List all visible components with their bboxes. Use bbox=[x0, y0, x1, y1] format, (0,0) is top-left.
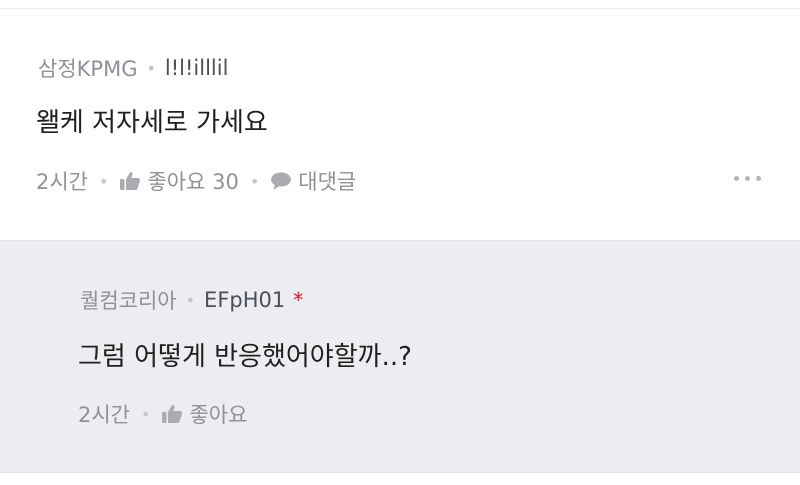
more-horizontal-icon bbox=[745, 176, 750, 181]
speech-bubble-icon bbox=[270, 171, 292, 191]
reply-meta: 2시간 • 좋아요 bbox=[78, 399, 247, 429]
separator-dot: • bbox=[185, 290, 196, 310]
company-name[interactable]: 삼정KPMG bbox=[38, 53, 137, 83]
nickname[interactable]: EFpH01 bbox=[204, 288, 285, 312]
like-label: 좋아요 30 bbox=[147, 170, 239, 194]
separator-dot: • bbox=[249, 171, 260, 191]
separator-dot: • bbox=[141, 404, 151, 424]
reply-label: 대댓글 bbox=[298, 170, 357, 194]
separator-dot: • bbox=[99, 171, 109, 191]
more-horizontal-icon bbox=[734, 176, 739, 181]
like-button[interactable]: 좋아요 30 bbox=[119, 166, 239, 196]
reply-comment: 퀄컴코리아 • EFpH01 * 그럼 어떻게 반응했어야할까..? 2시간 •… bbox=[0, 240, 800, 472]
reply-button[interactable]: 대댓글 bbox=[270, 166, 356, 196]
bottom-divider bbox=[0, 472, 800, 473]
comment-header: 삼정KPMG • l!l!illlil bbox=[38, 53, 228, 83]
thumbs-up-icon bbox=[161, 404, 183, 424]
comment-body: 왤케 저자세로 가세요 bbox=[36, 108, 268, 138]
company-name[interactable]: 퀄컴코리아 bbox=[80, 285, 177, 315]
nickname[interactable]: l!l!illlil bbox=[165, 56, 229, 80]
comment: 삼정KPMG • l!l!illlil 왤케 저자세로 가세요 2시간 • 좋아… bbox=[0, 9, 800, 240]
separator-dot: • bbox=[146, 58, 156, 78]
reply-body: 그럼 어떻게 반응했어야할까..? bbox=[78, 342, 412, 372]
more-horizontal-icon bbox=[756, 176, 761, 181]
timestamp: 2시간 bbox=[78, 403, 131, 427]
comment-meta: 2시간 • 좋아요 30 • 대댓글 bbox=[36, 166, 356, 196]
like-label: 좋아요 bbox=[189, 403, 248, 427]
thumbs-up-icon bbox=[119, 171, 141, 191]
more-options-button[interactable] bbox=[734, 176, 761, 181]
like-button[interactable]: 좋아요 bbox=[161, 399, 247, 429]
timestamp: 2시간 bbox=[36, 170, 89, 194]
reply-header: 퀄컴코리아 • EFpH01 * bbox=[80, 285, 303, 315]
author-mark: * bbox=[293, 288, 304, 312]
